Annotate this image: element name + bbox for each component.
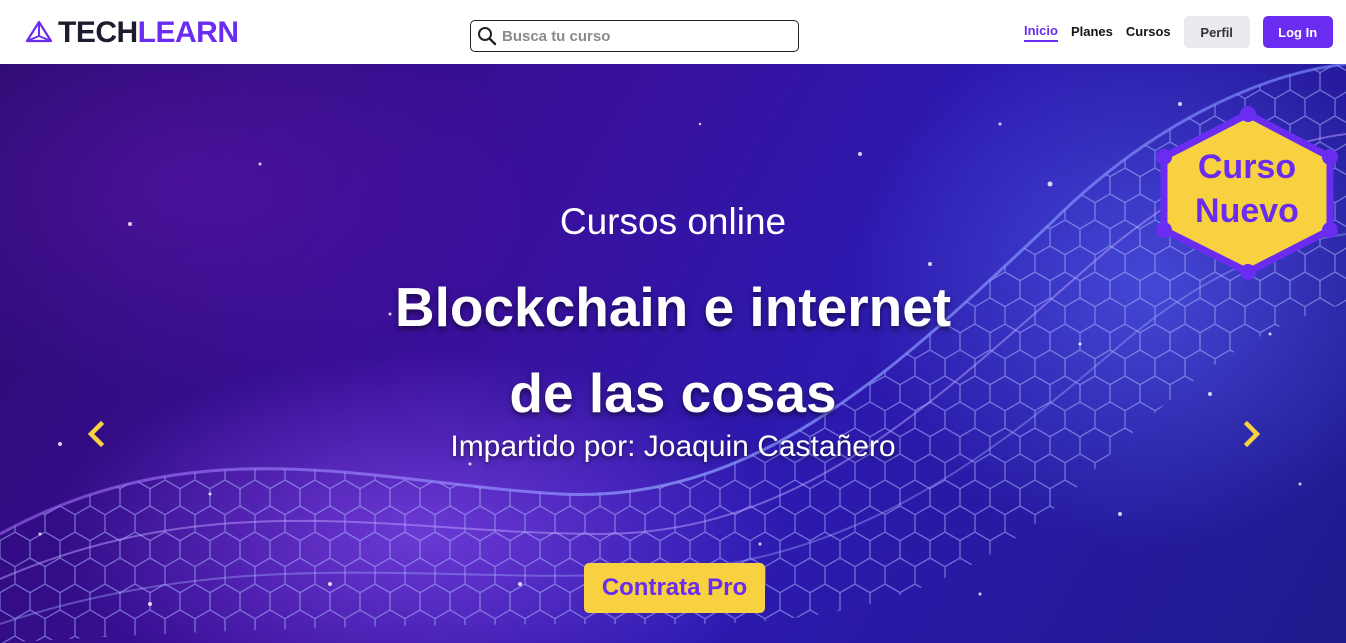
hero-instructor: Impartido por: Joaquin Castañero — [450, 430, 896, 463]
chevron-right-icon — [1243, 421, 1261, 447]
logo-icon — [25, 20, 53, 43]
search-input[interactable] — [502, 27, 792, 45]
top-navbar: TECHLEARN Inicio Planes Cursos Perfil Lo… — [0, 0, 1346, 64]
nav-link-cursos[interactable]: Cursos — [1126, 24, 1171, 41]
brand-logo[interactable]: TECHLEARN — [25, 17, 239, 49]
login-button[interactable]: Log In — [1262, 16, 1333, 48]
carousel-prev-button[interactable] — [84, 418, 108, 450]
brand-name-tech: TECH — [58, 16, 138, 49]
contrata-pro-button[interactable]: Contrata Pro — [584, 563, 765, 613]
brand-name: TECHLEARN — [58, 17, 239, 49]
new-course-badge: Curso Nuevo — [1152, 104, 1342, 282]
hero-title-line-2: de las cosas — [509, 362, 837, 424]
hero-title-line-1: Blockchain e internet — [394, 276, 952, 338]
profile-button[interactable]: Perfil — [1183, 16, 1250, 48]
carousel-next-button[interactable] — [1240, 418, 1264, 450]
chevron-left-icon — [87, 421, 105, 447]
hero-subtitle: Cursos online — [559, 201, 787, 242]
badge-label-line-1: Curso — [1197, 148, 1297, 186]
hero-carousel: Cursos online Blockchain e internet de l… — [0, 64, 1346, 643]
brand-name-learn: LEARN — [137, 16, 239, 49]
nav-link-planes[interactable]: Planes — [1071, 24, 1113, 41]
nav-link-inicio[interactable]: Inicio — [1024, 23, 1058, 42]
hero-title: Blockchain e internet de las cosas — [373, 264, 973, 436]
badge-label-line-2: Nuevo — [1195, 192, 1299, 230]
search-icon[interactable] — [477, 26, 497, 46]
main-nav: Inicio Planes Cursos Perfil Log In — [1024, 16, 1333, 48]
search-box — [470, 20, 799, 52]
